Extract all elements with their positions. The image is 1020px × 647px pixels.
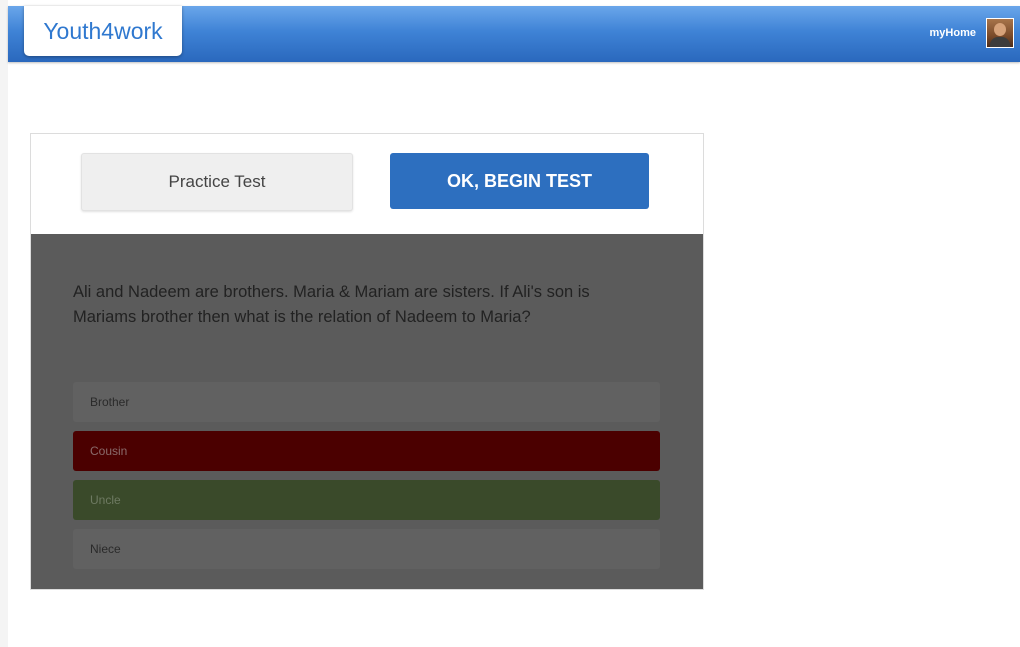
nav-right: myHome: [930, 18, 1014, 48]
answer-option-cousin[interactable]: Cousin: [73, 431, 660, 471]
begin-test-button[interactable]: OK, BEGIN TEST: [390, 153, 649, 209]
youth4work-logo[interactable]: Youth4work: [24, 6, 182, 56]
answer-option-niece[interactable]: Niece: [73, 529, 660, 569]
answer-option-uncle[interactable]: Uncle: [73, 480, 660, 520]
practice-test-button[interactable]: Practice Test: [81, 153, 353, 211]
myhome-link[interactable]: myHome: [930, 27, 976, 39]
answer-option-brother[interactable]: Brother: [73, 382, 660, 422]
question-overlay: Ali and Nadeem are brothers. Maria & Mar…: [31, 234, 703, 589]
top-navbar: Youth4work myHome: [8, 6, 1020, 62]
question-text: Ali and Nadeem are brothers. Maria & Mar…: [73, 283, 590, 326]
test-card: Practice Test OK, BEGIN TEST Ali and Nad…: [30, 133, 704, 590]
user-avatar[interactable]: [986, 18, 1014, 48]
window-edge: [0, 0, 8, 647]
test-card-header: Practice Test OK, BEGIN TEST: [31, 134, 703, 234]
page: Youth4work myHome Practice Test OK, BEGI…: [0, 0, 1020, 647]
